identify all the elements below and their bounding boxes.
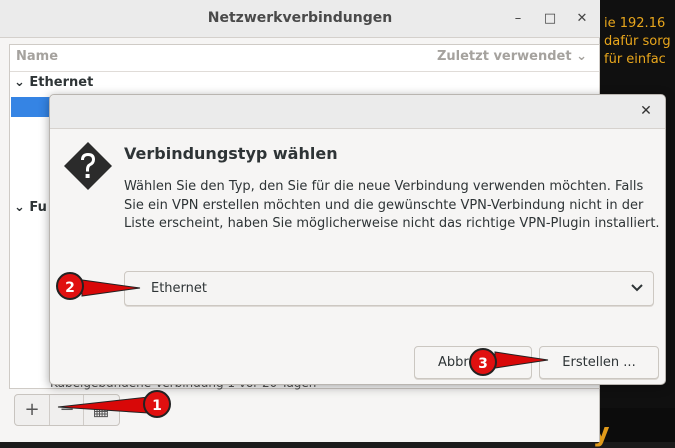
window-titlebar: Netzwerkverbindungen – □ ✕ [0,0,600,38]
add-icon[interactable]: + [15,395,49,425]
create-button[interactable]: Erstellen ... [539,346,659,379]
maximize-icon[interactable]: □ [541,10,559,28]
chevron-down-icon [631,284,643,292]
selected-connection-row[interactable] [11,97,51,117]
connection-type-dropdown[interactable]: Ethernet [124,271,654,306]
background-text-line-1: ie 192.16 [604,16,666,31]
column-last-used[interactable]: Zuletzt verwendet ⌄ [437,49,587,64]
list-header: Name Zuletzt verwendet ⌄ [10,45,599,72]
minimize-icon[interactable]: – [509,10,527,28]
step-marker-2: 2 [56,272,84,300]
remove-icon[interactable]: − [49,395,84,425]
dialog-description: Wählen Sie den Typ, den Sie für die neue… [124,179,660,231]
dialog-heading: Verbindungstyp wählen [124,144,338,163]
connection-type-dialog: ✕ Verbindungstyp wählen Wählen Sie den T… [49,94,666,385]
dialog-titlebar: ✕ [50,95,665,129]
column-name[interactable]: Name [16,49,58,64]
group-fu[interactable]: ⌄ Fu [14,200,47,215]
step-marker-1: 1 [143,390,171,418]
close-icon[interactable]: ✕ [637,102,655,120]
close-icon[interactable]: ✕ [573,10,591,28]
background-text-line-2: dafür sorg [604,34,671,49]
question-icon [64,142,112,190]
settings-icon[interactable]: ▦ [83,395,118,425]
list-toolbar: + − ▦ [14,394,120,426]
group-ethernet[interactable]: ⌄ Ethernet [14,75,93,90]
dropdown-selected-value: Ethernet [151,281,207,296]
background-text-line-3: für einfac [604,52,666,67]
step-marker-3: 3 [469,348,497,376]
